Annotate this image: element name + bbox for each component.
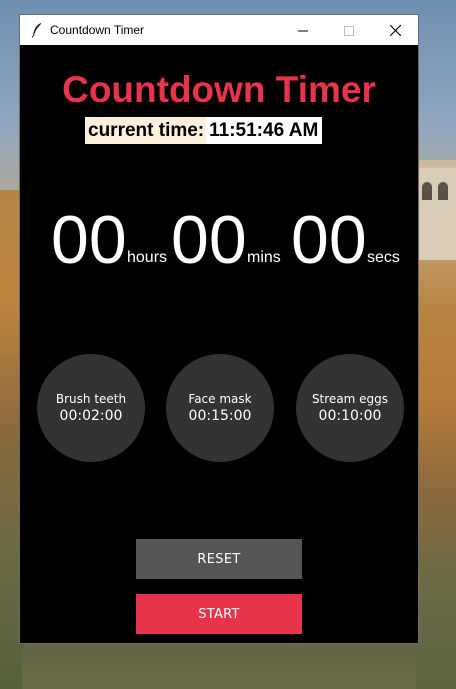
hours-unit-label: hours (127, 249, 168, 266)
close-icon (389, 21, 401, 40)
feather-icon (26, 15, 48, 45)
preset-name: Stream eggs (311, 392, 389, 406)
app-content: Countdown Timer current time: 11:51:46 A… (20, 45, 418, 643)
maximize-icon (344, 21, 354, 40)
minimize-icon (298, 21, 308, 40)
window-controls (280, 15, 418, 45)
current-time-label: current time: (85, 117, 207, 144)
app-heading: Countdown Timer (62, 69, 376, 110)
preset-face-mask[interactable]: Face mask 00:15:00 (166, 354, 274, 462)
window-title: Countdown Timer (50, 23, 145, 37)
preset-time: 00:15:00 (188, 408, 252, 424)
desktop-background-building (418, 165, 456, 260)
preset-name: Brush teeth (55, 392, 127, 406)
current-time-row: current time: 11:51:46 AM (85, 117, 323, 144)
seconds-value[interactable]: 00 (291, 200, 367, 280)
minutes-value[interactable]: 00 (171, 200, 247, 280)
start-button[interactable]: START (136, 594, 302, 634)
hours-value[interactable]: 00 (51, 200, 127, 280)
close-button[interactable] (372, 15, 418, 45)
reset-button[interactable]: RESET (136, 539, 302, 579)
title-bar[interactable]: Countdown Timer (20, 15, 418, 45)
preset-stream-eggs[interactable]: Stream eggs 00:10:00 (296, 354, 404, 462)
preset-brush-teeth[interactable]: Brush teeth 00:02:00 (37, 354, 145, 462)
minimize-button[interactable] (280, 15, 326, 45)
app-window: Countdown Timer Countdown Timer current … (19, 14, 419, 644)
current-time-value: 11:51:46 AM (206, 117, 323, 144)
seconds-unit-label: secs (367, 249, 400, 266)
preset-time: 00:02:00 (59, 408, 123, 424)
preset-time: 00:10:00 (318, 408, 382, 424)
preset-name: Face mask (188, 392, 252, 406)
maximize-button[interactable] (326, 15, 372, 45)
minutes-unit-label: mins (247, 249, 281, 266)
